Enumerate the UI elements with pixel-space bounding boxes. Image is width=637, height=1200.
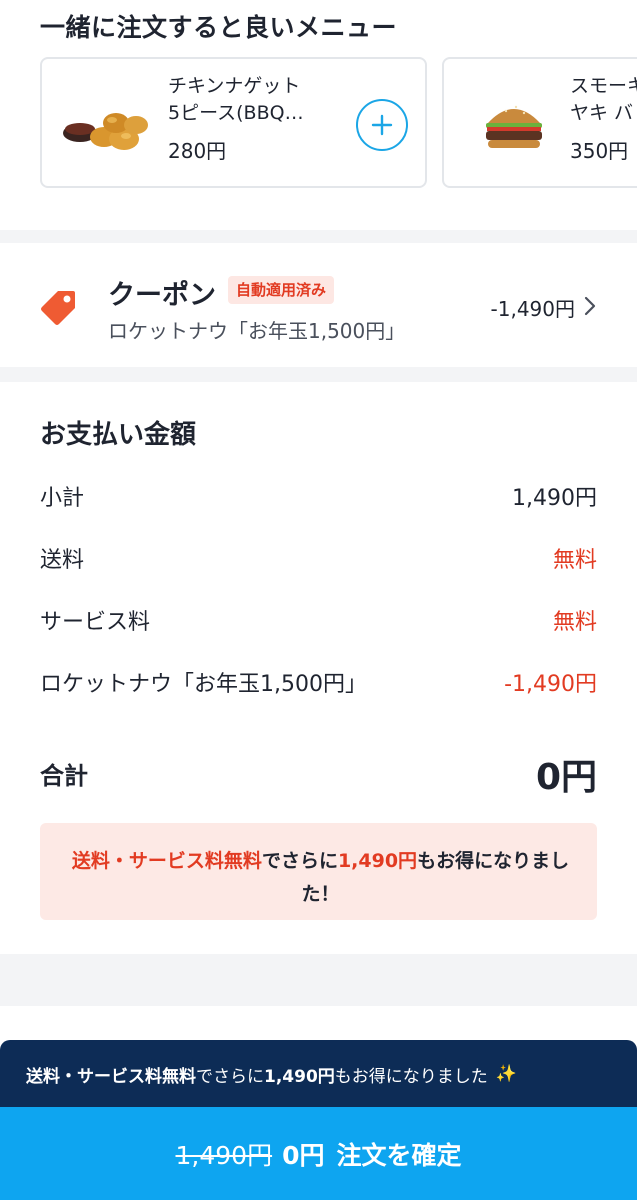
section-divider [0, 954, 637, 1006]
row-label: 送料 [40, 548, 85, 573]
confirm-order-button[interactable]: 1,490円 0円 注文を確定 [0, 1107, 637, 1200]
notice-text: でさらに [261, 850, 338, 872]
row-value: 1,490円 [512, 486, 597, 511]
row-value: -1,490円 [504, 672, 597, 697]
chevron-right-icon [584, 296, 596, 316]
delivery-fee-row: 送料 無料 [40, 542, 597, 574]
banner-text: もお得になりました [334, 1066, 488, 1087]
recommend-item-name: スモーキ ヤキ バ [570, 75, 637, 124]
original-price: 1,490円 [175, 1140, 273, 1170]
banner-text: でさらに [196, 1066, 264, 1087]
savings-banner: 送料・サービス料無料 でさらに 1,490円 もお得になりました ✨ [0, 1040, 637, 1108]
auto-applied-badge: 自動適用済み [228, 276, 335, 304]
payment-section: お支払い金額 小計 1,490円 送料 無料 サービス料 無料 ロケットナウ「お… [0, 382, 637, 954]
recommend-section: 一緒に注文すると良いメニュー チキンナゲット 5ピース(BBQ… 280円 スモ… [0, 0, 637, 230]
notice-savings-amount: 1,490円 [337, 850, 418, 872]
recommend-card-burger[interactable]: スモーキ ヤキ バ 350円 [442, 57, 637, 188]
recommend-item-name: チキンナゲット 5ピース(BBQ… [168, 75, 304, 124]
coupon-discount-row: ロケットナウ「お年玉1,500円」 -1,490円 [40, 666, 597, 698]
total-value: 0円 [535, 757, 597, 798]
row-value: 無料 [552, 610, 597, 635]
row-label: 小計 [40, 486, 85, 511]
row-value: 無料 [552, 548, 597, 573]
plus-icon [371, 114, 393, 136]
confirm-label: 注文を確定 [336, 1140, 462, 1170]
chicken-nuggets-image [63, 113, 148, 150]
sparkles-icon: ✨ [495, 1064, 517, 1084]
banner-savings-amount: 1,490円 [264, 1066, 335, 1087]
payment-title: お支払い金額 [40, 420, 197, 450]
coupon-amount: -1,490円 [490, 297, 575, 321]
service-fee-row: サービス料 無料 [40, 604, 597, 636]
burger-image [486, 105, 542, 148]
recommend-card-nuggets[interactable]: チキンナゲット 5ピース(BBQ… 280円 [40, 57, 427, 188]
notice-free-text: 送料・サービス料無料 [71, 850, 262, 872]
row-label: ロケットナウ「お年玉1,500円」 [40, 672, 367, 697]
section-divider [0, 230, 637, 243]
coupon-name: ロケットナウ「お年玉1,500円」 [108, 319, 406, 343]
recommend-title: 一緒に注文すると良いメニュー [40, 13, 398, 42]
savings-notice: 送料・サービス料無料でさらに1,490円もお得になりました！ [40, 823, 597, 920]
total-label: 合計 [40, 762, 88, 790]
coupon-title: クーポン [108, 280, 216, 311]
row-label: サービス料 [40, 610, 151, 635]
recommend-item-price: 280円 [168, 139, 227, 163]
banner-free-text: 送料・サービス料無料 [26, 1066, 196, 1087]
recommend-item-price: 350円 [570, 139, 629, 163]
section-divider [0, 367, 637, 382]
new-price: 0円 [282, 1140, 325, 1170]
subtotal-row: 小計 1,490円 [40, 480, 597, 512]
add-to-cart-button[interactable] [356, 99, 408, 151]
coupon-row[interactable]: クーポン 自動適用済み ロケットナウ「お年玉1,500円」 -1,490円 [0, 243, 637, 367]
tag-icon [41, 291, 75, 325]
